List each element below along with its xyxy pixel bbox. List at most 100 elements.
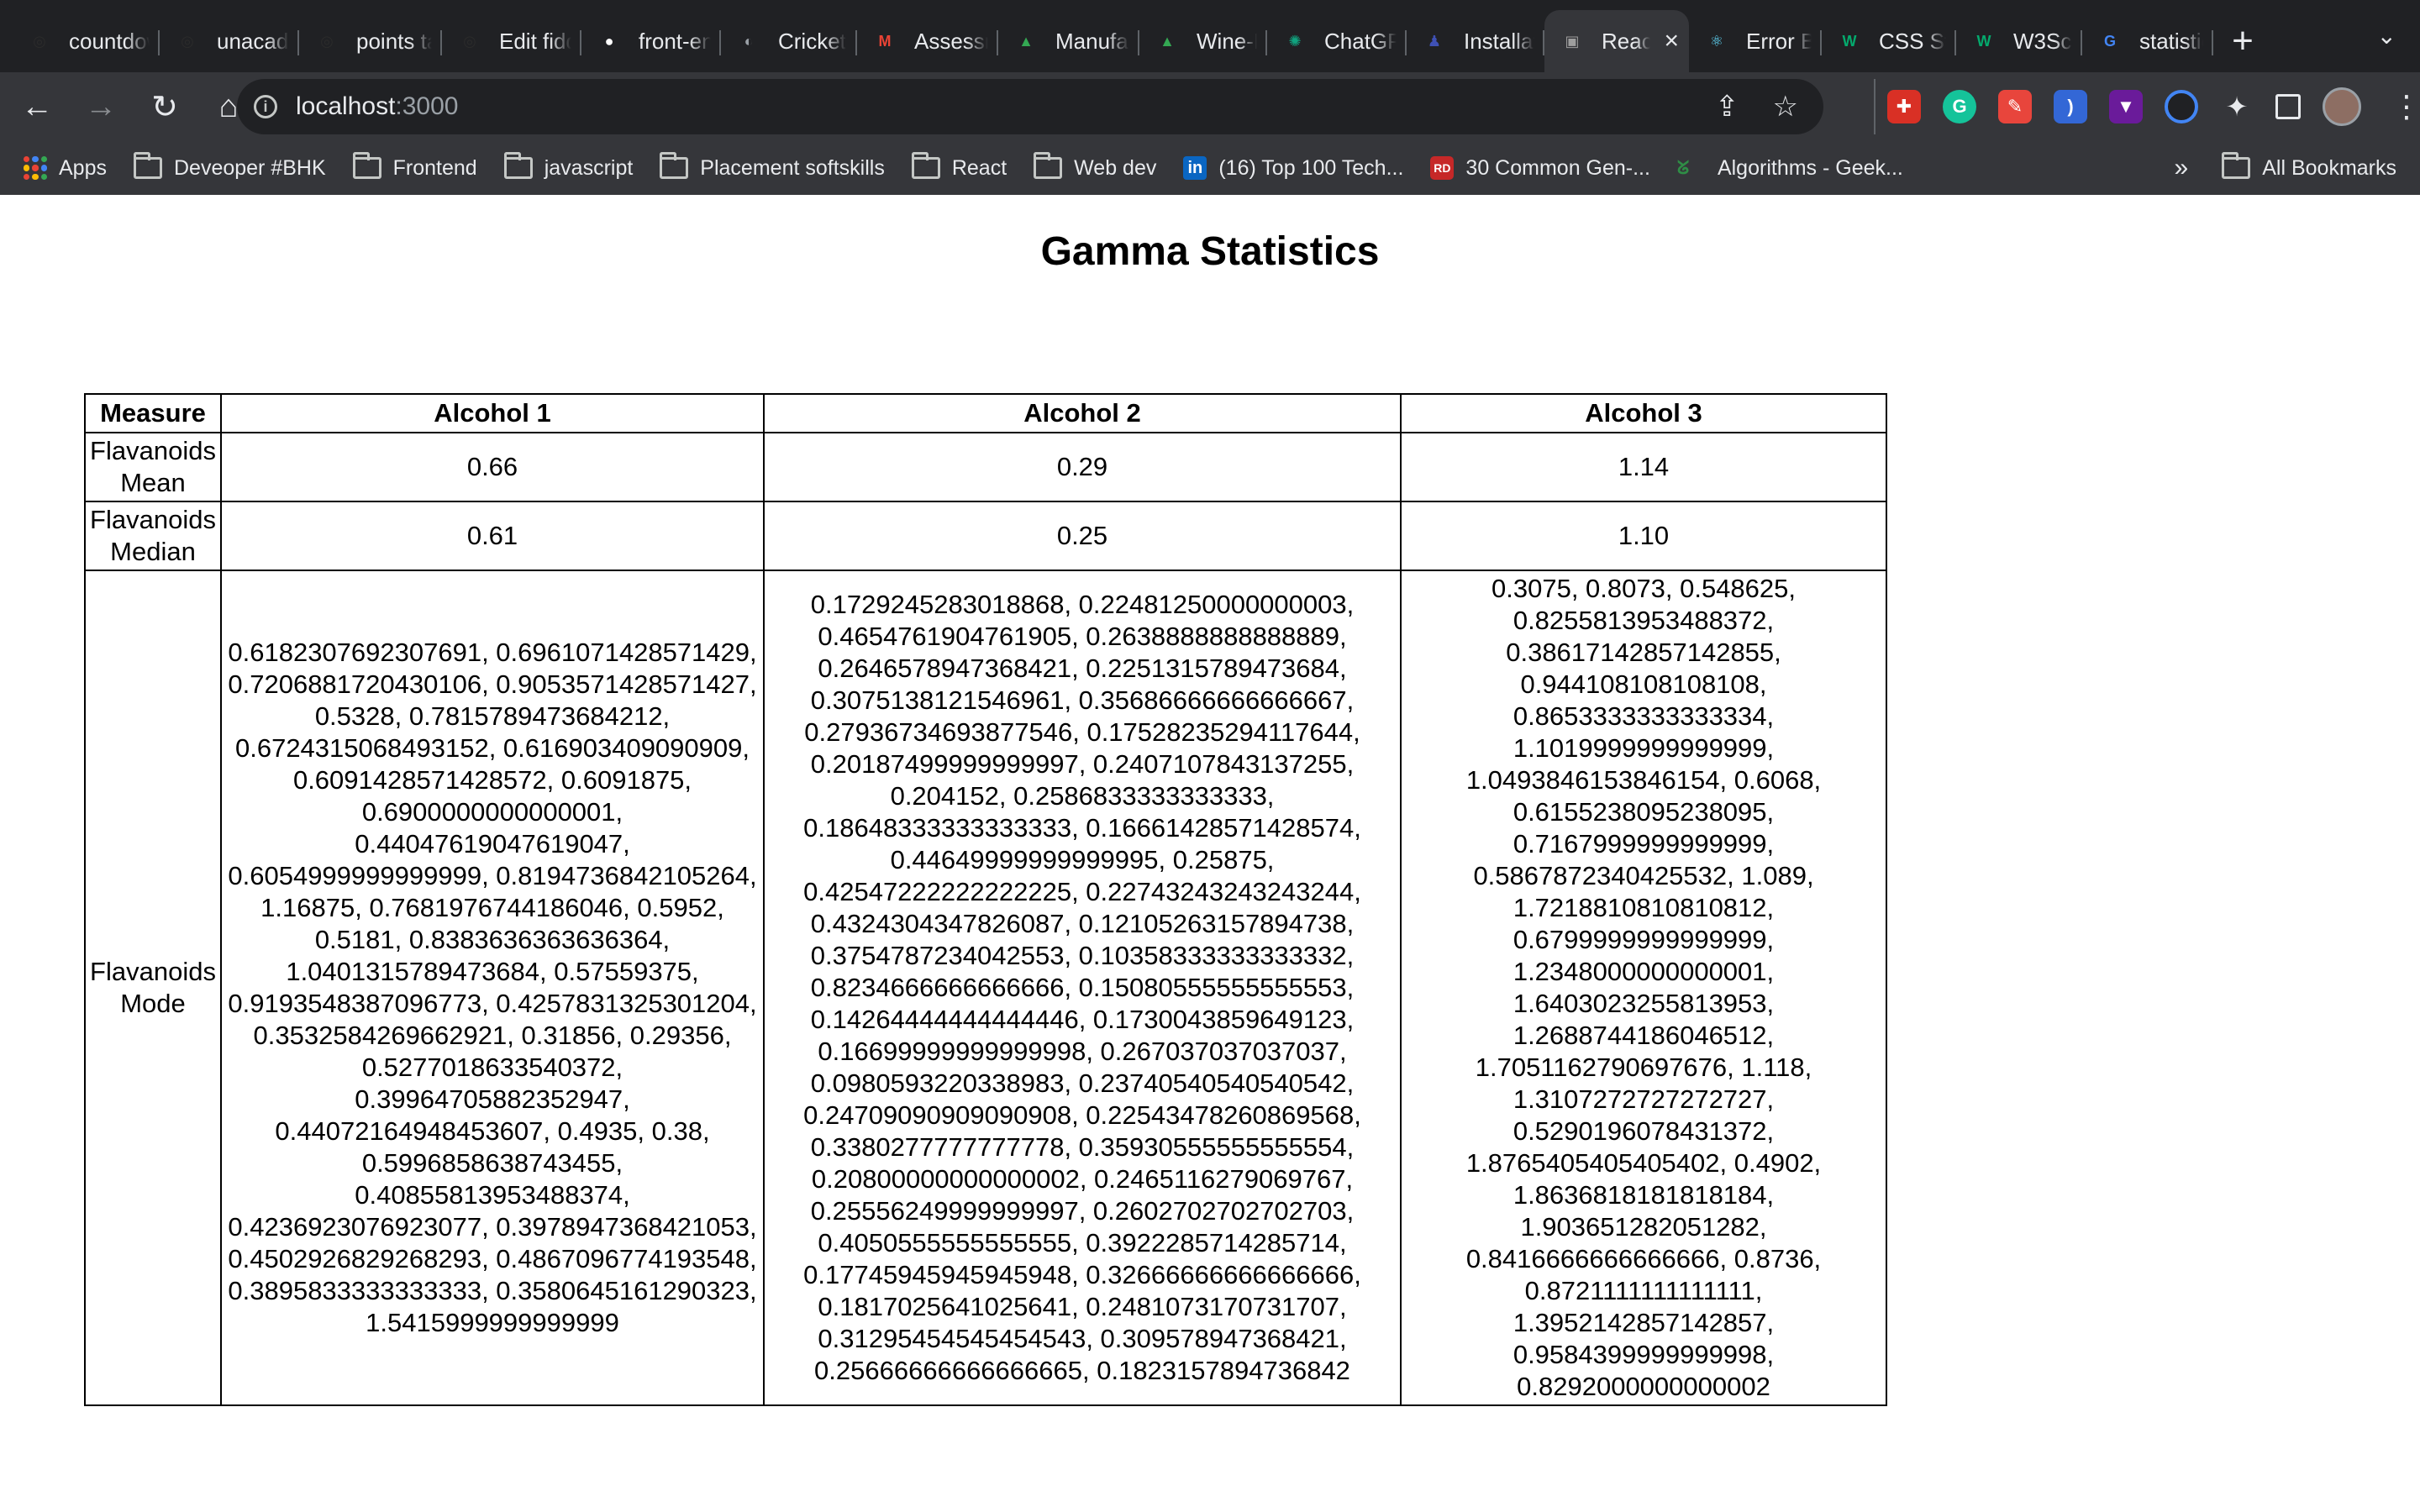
bookmarks-overflow-button[interactable]: » [2175, 154, 2189, 182]
bookmark-item[interactable]: in (16) Top 100 Tech... [1183, 156, 1403, 181]
extension-colorzilla-icon[interactable] [2165, 90, 2198, 123]
reload-button[interactable]: ↻ [138, 80, 192, 134]
bookmark-list: Apps Deveoper #BHK Frontend javascript Place… [24, 152, 1930, 181]
tab[interactable]: ▣ React App× [1544, 10, 1689, 72]
codepen-icon: ◎ [320, 32, 334, 50]
tab[interactable]: ◎ points table [299, 10, 442, 72]
drive-icon: ▲ [1018, 32, 1034, 50]
tab[interactable]: ◎ countdown [12, 10, 160, 72]
home-icon: ⌂ [218, 88, 239, 124]
grammarly-icon[interactable]: G [1943, 90, 1976, 123]
bookmark-label: 30 Common Gen-... [1465, 155, 1650, 180]
url-text[interactable]: localhost:3000 [296, 92, 458, 121]
reload-icon: ↻ [151, 89, 178, 125]
tab-label: Manufacturing [1055, 28, 1129, 54]
header-alcohol-2: Alcohol 2 [763, 393, 1402, 433]
globe-icon: ◐ [744, 32, 754, 50]
bookmark-label: Algorithms - Geek... [1717, 155, 1903, 180]
google-icon: G [2103, 32, 2116, 50]
profile-avatar[interactable] [2323, 87, 2361, 126]
tab[interactable]: W CSS Styling [1822, 10, 1956, 72]
arrow-left-icon: ← [21, 88, 53, 124]
bookmark-label: Placement softskills [700, 155, 885, 180]
extensions-puzzle-icon[interactable]: ✦ [2220, 90, 2254, 123]
bookmark-item[interactable]: Deveoper #BHK [133, 152, 326, 181]
bookmark-item[interactable]: javascript [503, 152, 634, 181]
tab[interactable]: ✺ ChatGPT [1267, 10, 1407, 72]
bookmarks-bar: Apps Deveoper #BHK Frontend javascript Place… [0, 141, 2420, 195]
bookmark-star-icon[interactable]: ☆ [1773, 90, 1798, 123]
kebab-menu-icon[interactable]: ⋮ [2391, 89, 2420, 124]
tab[interactable]: M Assessment [857, 10, 998, 72]
extension-red-icon[interactable]: ✚ [1887, 90, 1921, 123]
bookmark-item[interactable]: ᘜ Algorithms - Geek... [1677, 156, 1903, 181]
tab-separator [2212, 30, 2213, 55]
bookmark-item[interactable]: RD 30 Common Gen-... [1430, 156, 1650, 181]
bookmark-item[interactable]: Frontend [352, 152, 477, 181]
extension-eyedropper-icon[interactable]: ✎ [1998, 90, 2032, 123]
tab-label: Installation [1464, 28, 1534, 54]
codepen-icon: ◎ [463, 32, 476, 50]
bookmark-label: javascript [544, 155, 634, 180]
table-row-mean: Flavanoids Mean 0.66 0.29 1.14 [84, 432, 1887, 502]
bookmark-label: Apps [59, 155, 107, 180]
side-panel-icon[interactable] [2275, 94, 2301, 119]
value-cell: 0.29 [763, 432, 1402, 502]
codepen-icon: ◎ [181, 32, 194, 50]
tab[interactable]: ◎ unacademy [160, 10, 299, 72]
tab[interactable]: ⚛ Error Boundaries [1689, 10, 1822, 72]
header-alcohol-3: Alcohol 3 [1400, 393, 1887, 433]
folder-icon [352, 152, 381, 179]
tab[interactable]: ◐ Cricket [721, 10, 857, 72]
measure-cell: Flavanoids Median [84, 501, 222, 571]
react-app-icon: ▣ [1565, 32, 1580, 50]
forward-button[interactable]: → [74, 80, 128, 134]
tab-label: statistics [2139, 28, 2203, 54]
tab[interactable]: W W3Schools [1956, 10, 2082, 72]
close-tab-icon[interactable]: × [1650, 27, 1679, 55]
tab-label: Wine-Data [1197, 28, 1257, 54]
omnibox-actions: ⇪ ☆ [1715, 90, 1798, 123]
site-info-icon[interactable]: i [254, 95, 277, 118]
table-row-mode: Flavanoids Mode 0.6182307692307691, 0.69… [84, 570, 1887, 1406]
tab[interactable]: ▲ Wine-Data [1139, 10, 1267, 72]
tab-label: CSS Styling [1879, 28, 1946, 54]
url-port: :3000 [395, 92, 459, 120]
back-button[interactable]: ← [10, 80, 64, 134]
bookmark-item[interactable]: Web dev [1034, 152, 1156, 181]
tab-label: points table [356, 28, 432, 54]
w3schools-icon: W [1976, 32, 1991, 50]
tab-label: unacademy [217, 28, 289, 54]
value-cell: 0.1729245283018868, 0.22481250000000003,… [763, 570, 1402, 1406]
gamma-statistics-table: Measure Alcohol 1 Alcohol 2 Alcohol 3 Fl… [84, 393, 1887, 1406]
table-row-median: Flavanoids Median 0.61 0.25 1.10 [84, 501, 1887, 571]
geeksforgeeks-icon: ᘜ [1676, 157, 1690, 178]
tab[interactable]: ▲ Manufacturing [998, 10, 1139, 72]
bookmarks-right: » All Bookmarks [2175, 141, 2396, 195]
bookmark-item[interactable]: React [911, 152, 1007, 181]
header-measure: Measure [84, 393, 222, 433]
url-host: localhost [296, 92, 396, 120]
new-tab-button[interactable]: + [2213, 10, 2272, 72]
tab-label: React App [1602, 28, 1651, 54]
bookmark-item[interactable]: Apps [24, 156, 107, 181]
tab[interactable]: Gstatistics [2082, 10, 2213, 72]
extension-purple-icon[interactable]: ▼ [2109, 90, 2143, 123]
folder-icon [133, 152, 162, 179]
codepen-icon: ◎ [33, 32, 46, 50]
share-icon[interactable]: ⇪ [1715, 90, 1739, 123]
tab[interactable]: ♟ Installation [1407, 10, 1544, 72]
github-icon: ● [604, 32, 614, 50]
all-bookmarks-button[interactable]: All Bookmarks [2222, 152, 2396, 181]
tab[interactable]: ● front-end [581, 10, 721, 72]
table-header-row: Measure Alcohol 1 Alcohol 2 Alcohol 3 [84, 393, 1887, 433]
address-bar[interactable]: i localhost:3000 ⇪ ☆ [237, 79, 1823, 134]
bookmark-item[interactable]: Placement softskills [660, 152, 885, 181]
all-bookmarks-label: All Bookmarks [2262, 155, 2396, 180]
tab-search-chevron-icon[interactable]: ⌄ [2377, 22, 2396, 50]
tab-label: Assessment [914, 28, 988, 54]
extension-audio-icon[interactable]: ) [2054, 90, 2087, 123]
value-cell: 1.10 [1400, 501, 1887, 571]
tab[interactable]: ◎ Edit fiddle [442, 10, 581, 72]
w3schools-icon: W [1842, 32, 1857, 50]
